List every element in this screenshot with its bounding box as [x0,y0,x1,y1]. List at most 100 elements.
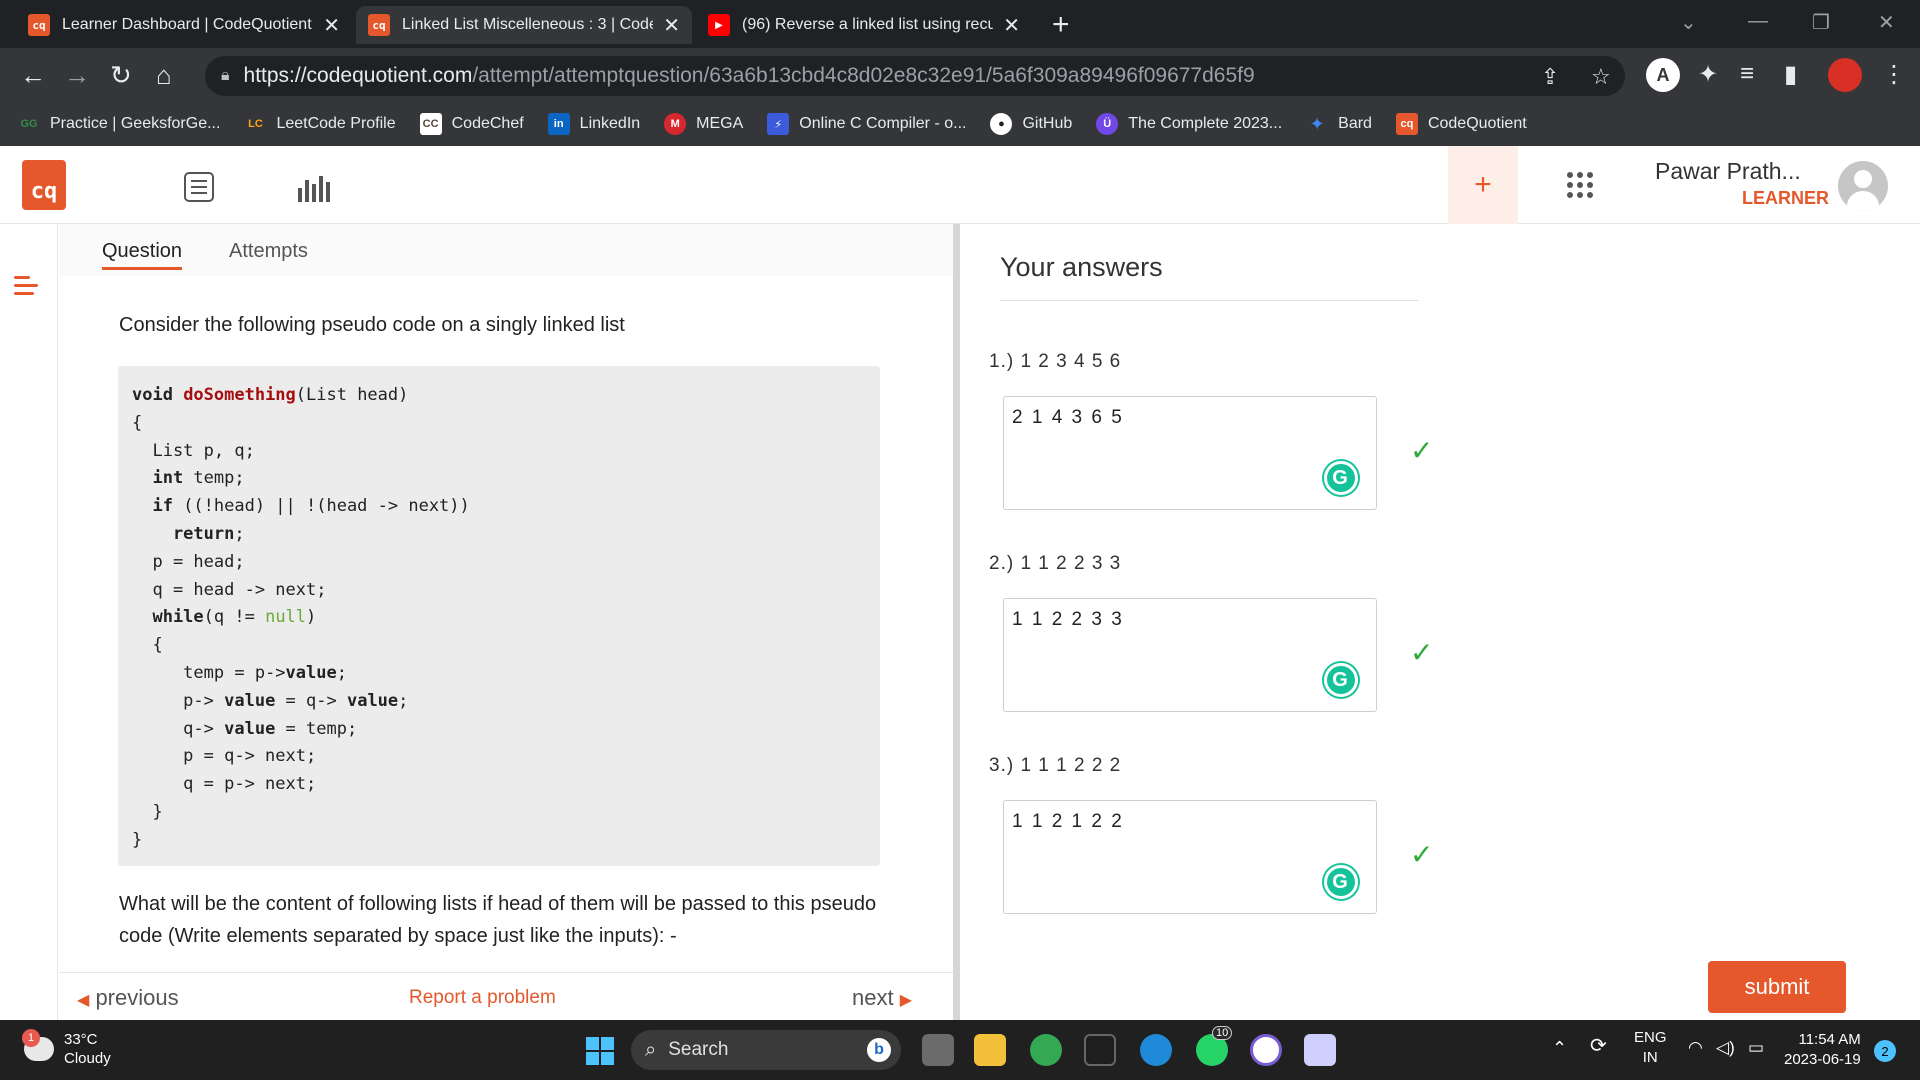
udemy-icon: Ü [1096,113,1119,135]
report-problem-link[interactable]: Report a problem [409,987,556,1009]
browser-tab-active[interactable]: cq Linked List Miscelleneous : 3 | CodeQ… [356,6,692,44]
codequotient-logo[interactable]: cq [22,160,66,210]
forward-icon[interactable]: → [64,60,90,91]
browser-tab[interactable]: cq Learner Dashboard | CodeQuotient ✕ [16,6,352,44]
code-line: } [132,801,163,822]
tab-question[interactable]: Question [102,240,183,270]
answer-label-2: 2.) 1 1 2 2 3 3 [989,553,1122,574]
bookmark-leetcode[interactable]: LC LeetCode Profile [244,113,396,135]
extension-a-icon[interactable]: A [1646,58,1680,92]
question-tabs: Question Attempts [59,224,953,276]
side-panel-icon[interactable]: ▮ [1784,60,1797,89]
share-icon[interactable]: ⇪ [1541,64,1559,90]
chrome-menu-icon[interactable]: ⋮ [1882,60,1906,89]
apps-grid-icon[interactable] [1567,172,1593,198]
profile-avatar[interactable] [1828,58,1862,92]
leaderboard-chart-icon[interactable] [298,170,330,202]
linkedin-icon: in [547,113,570,135]
codequotient-favicon-icon: cq [28,14,50,36]
volume-icon[interactable]: ◁) [1716,1038,1735,1058]
answer-input-1[interactable]: 2 1 4 3 6 5 G [1003,396,1377,510]
windows-start-icon[interactable] [586,1037,614,1065]
bookmark-github[interactable]: ● GitHub [990,113,1072,135]
grammarly-icon[interactable]: G [1324,461,1358,495]
user-avatar[interactable] [1838,161,1888,211]
bookmark-bard[interactable]: ✦ Bard [1306,113,1372,135]
bookmark-linkedin[interactable]: in LinkedIn [547,113,640,135]
chrome-icon[interactable] [1030,1034,1062,1066]
answer-input-3[interactable]: 1 1 2 1 2 2 G [1003,800,1377,914]
correct-check-icon: ✓ [1410,839,1434,870]
media-control-icon[interactable]: ≡ [1740,60,1754,88]
bookmark-codechef[interactable]: CC CodeChef [419,113,524,135]
task-view-icon[interactable] [922,1034,954,1066]
new-tab-icon[interactable]: + [1052,8,1070,42]
terminal-icon[interactable] [1084,1034,1116,1066]
weather-badge: 1 [22,1029,40,1047]
file-explorer-icon[interactable] [974,1034,1006,1066]
address-bar[interactable]: 🔒︎ https://codequotient.com/attempt/atte… [205,56,1625,96]
extensions-puzzle-icon[interactable]: ✦ [1698,60,1718,89]
back-icon[interactable]: ← [20,60,46,91]
media-player-icon[interactable] [1250,1034,1282,1066]
bard-icon: ✦ [1309,113,1325,134]
home-icon[interactable]: ⌂ [156,60,172,91]
taskbar-search[interactable]: ⌕ Search b [631,1030,901,1070]
code-line: if ((!head) || !(head -> next)) [132,496,470,517]
bookmark-geeksforgeeks[interactable]: GG Practice | GeeksforGe... [18,113,220,135]
bookmark-online-c-compiler[interactable]: ⚡ Online C Compiler - o... [767,113,966,135]
answer-input-2[interactable]: 1 1 2 2 3 3 G [1003,598,1377,712]
notification-badge[interactable]: 2 [1874,1040,1896,1062]
battery-icon[interactable]: ▭ [1748,1038,1764,1058]
user-role: LEARNER [1742,188,1830,208]
browser-toolbar: ← → ↻ ⌂ 🔒︎ https://codequotient.com/atte… [0,48,1920,102]
language-indicator[interactable]: ENG IN [1634,1028,1667,1068]
code-line: { [132,412,143,433]
restore-icon[interactable]: ❐ [1812,10,1830,35]
bookmark-codequotient[interactable]: cq CodeQuotient [1395,113,1527,135]
answers-panel: Your answers 1.) 1 2 3 4 5 6 2 1 4 3 6 5… [960,224,1920,1020]
close-tab-icon[interactable]: ✕ [323,13,340,38]
close-window-icon[interactable]: ✕ [1878,10,1895,35]
system-clock[interactable]: 11:54 AM 2023-06-19 [1784,1030,1861,1070]
close-tab-icon[interactable]: ✕ [1003,13,1020,38]
panel-divider[interactable] [953,224,960,1020]
bing-icon[interactable]: b [867,1038,891,1062]
tab-search-icon[interactable]: ⌄ [1680,10,1697,35]
question-intro: Consider the following pseudo code on a … [119,314,625,336]
tab-attempts[interactable]: Attempts [229,240,308,263]
answer-value-3: 1 1 2 1 2 2 [1012,811,1124,832]
snipping-tool-icon[interactable] [1304,1034,1336,1066]
close-tab-icon[interactable]: ✕ [663,13,680,38]
mega-icon: M [664,113,687,135]
minimize-icon[interactable]: — [1748,10,1768,33]
whatsapp-badge: 10 [1212,1026,1233,1040]
answer-value-2: 1 1 2 2 3 3 [1012,609,1124,630]
sync-icon[interactable]: ⟳ [1590,1036,1607,1056]
add-icon[interactable]: + [1448,146,1518,224]
reload-icon[interactable]: ↻ [110,60,132,91]
previous-button[interactable]: ◀ previous [77,985,179,1011]
edge-icon[interactable] [1140,1034,1172,1066]
grammarly-icon[interactable]: G [1324,865,1358,899]
next-button[interactable]: next ▶ [852,985,912,1011]
leetcode-icon: LC [248,118,263,130]
weather-temp: 33°C [64,1031,98,1048]
correct-check-icon: ✓ [1410,637,1434,668]
browser-tab[interactable]: ▶ (96) Reverse a linked list using recur… [696,6,1032,44]
menu-icon[interactable] [14,276,38,300]
weather-widget[interactable]: 1 33°C Cloudy [22,1029,111,1068]
chevron-up-icon[interactable]: ⌃ [1552,1038,1567,1058]
windows-taskbar: 1 33°C Cloudy ⌕ Search b 10 ⌃ ⟳ ENG IN ◠… [0,1020,1920,1080]
document-icon[interactable] [184,172,214,202]
code-line: return; [132,523,245,544]
bookmark-mega[interactable]: M MEGA [664,113,743,135]
wifi-icon[interactable]: ◠ [1688,1038,1703,1058]
browser-tab-bar: cq Learner Dashboard | CodeQuotient ✕ cq… [0,0,1920,48]
submit-button[interactable]: submit [1708,961,1846,1013]
bookmark-star-icon[interactable]: ☆ [1591,64,1611,90]
whatsapp-icon[interactable]: 10 [1196,1026,1233,1066]
bookmark-udemy[interactable]: Ü The Complete 2023... [1096,113,1282,135]
grammarly-icon[interactable]: G [1324,663,1358,697]
user-name[interactable]: Pawar Prath... [1655,158,1801,185]
